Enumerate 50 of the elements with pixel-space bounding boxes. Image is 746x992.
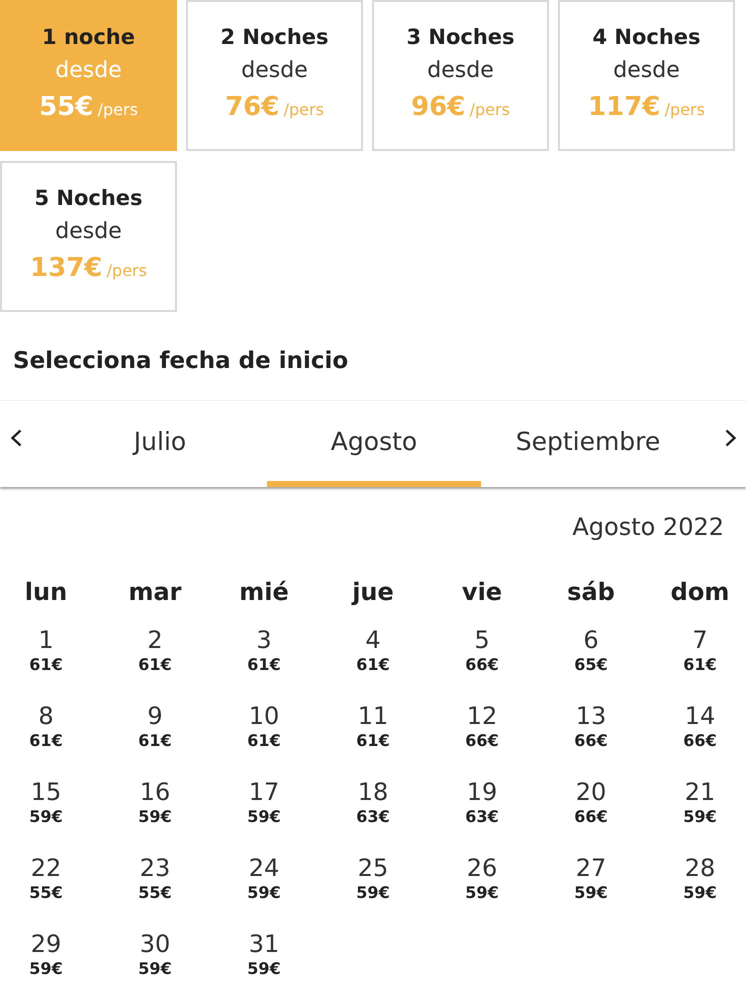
calendar-day[interactable]: 16 59€	[138, 777, 172, 827]
calendar-day[interactable]: 12 66€	[465, 701, 499, 751]
weekday-label: vie	[462, 577, 502, 607]
stay-option-card[interactable]: 4 Noches desde 117€ /pers	[558, 0, 735, 151]
weekday-label: jue	[352, 577, 394, 607]
calendar-day[interactable]: 23 55€	[138, 853, 172, 903]
calendar-day[interactable]: 28 59€	[683, 853, 717, 903]
calendar-day[interactable]: 19 63€	[465, 777, 499, 827]
calendar-day[interactable]: 5 66€	[465, 625, 499, 675]
weekday-label: mié	[239, 577, 289, 607]
calendar-day[interactable]: 4 61€	[356, 625, 390, 675]
weekday-label: mar	[128, 577, 182, 607]
stay-option-card[interactable]: 1 noche desde 55€ /pers	[0, 0, 177, 151]
calendar-day[interactable]: 1 61€	[29, 625, 63, 675]
month-tab[interactable]: Julio	[53, 401, 267, 487]
weekday-label: dom	[670, 577, 730, 607]
calendar-day[interactable]: 29 59€	[29, 929, 63, 979]
calendar-day[interactable]: 20 66€	[574, 777, 608, 827]
calendar-day[interactable]: 18 63€	[356, 777, 390, 827]
calendar-day[interactable]: 30 59€	[138, 929, 172, 979]
calendar-day[interactable]: 7 61€	[683, 625, 717, 675]
calendar-month-title: Agosto 2022	[572, 513, 724, 541]
stay-option-card[interactable]: 3 Noches desde 96€ /pers	[372, 0, 549, 151]
calendar-day[interactable]: 8 61€	[29, 701, 63, 751]
calendar-day[interactable]: 10 61€	[247, 701, 281, 751]
calendar-day[interactable]: 9 61€	[138, 701, 172, 751]
calendar-day[interactable]: 24 59€	[247, 853, 281, 903]
calendar-day[interactable]: 27 59€	[574, 853, 608, 903]
weekday-label: sáb	[567, 577, 615, 607]
calendar-day[interactable]: 25 59€	[356, 853, 390, 903]
calendar-day[interactable]: 3 61€	[247, 625, 281, 675]
calendar-day[interactable]: 26 59€	[465, 853, 499, 903]
calendar-day[interactable]: 14 66€	[683, 701, 717, 751]
month-tab[interactable]: Agosto	[267, 401, 481, 487]
calendar-day[interactable]: 6 65€	[574, 625, 608, 675]
calendar-day[interactable]: 13 66€	[574, 701, 608, 751]
calendar-day[interactable]: 22 55€	[29, 853, 63, 903]
calendar-day[interactable]: 11 61€	[356, 701, 390, 751]
calendar-day[interactable]: 2 61€	[138, 625, 172, 675]
calendar-day[interactable]: 31 59€	[247, 929, 281, 979]
stay-option-card[interactable]: 5 Noches desde 137€ /pers	[0, 161, 177, 312]
month-tab[interactable]: Septiembre	[481, 401, 695, 487]
weekday-label: lun	[24, 577, 68, 607]
section-heading: Selecciona fecha de inicio	[13, 347, 350, 376]
chevron-right-icon[interactable]	[725, 429, 737, 447]
calendar-day[interactable]: 15 59€	[29, 777, 63, 827]
stay-option-card[interactable]: 2 Noches desde 76€ /pers	[186, 0, 363, 151]
chevron-left-icon[interactable]	[10, 429, 22, 447]
calendar-day[interactable]: 21 59€	[683, 777, 717, 827]
calendar-day[interactable]: 17 59€	[247, 777, 281, 827]
